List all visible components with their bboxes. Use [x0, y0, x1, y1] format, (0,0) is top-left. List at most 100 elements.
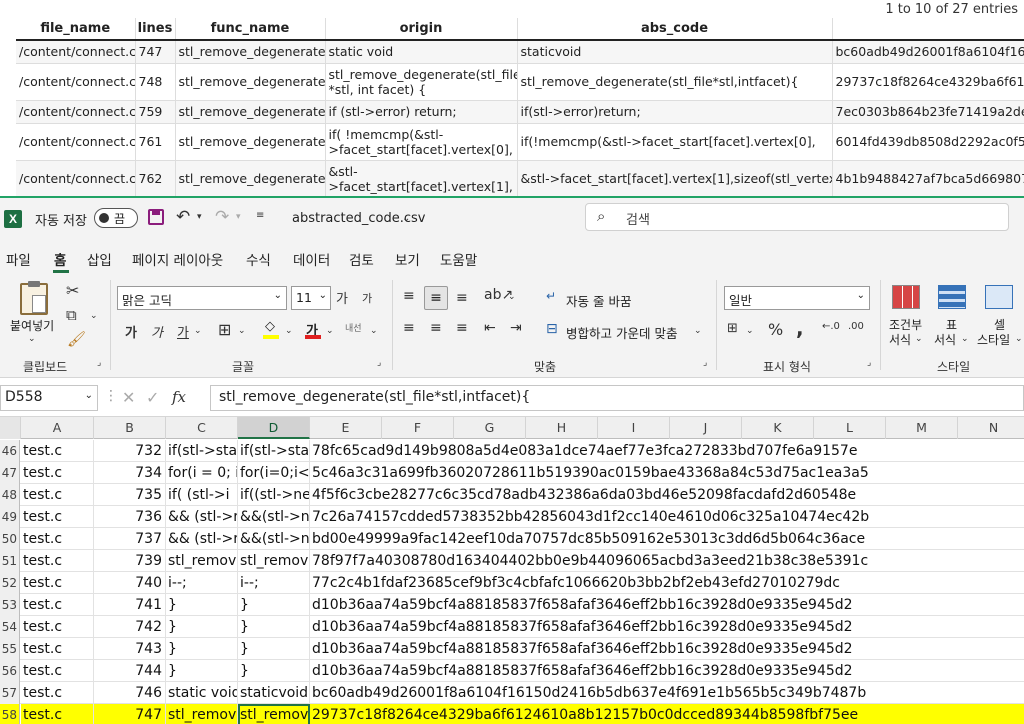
copy-dropdown-icon[interactable]: ⌄ [90, 311, 98, 321]
align-right-icon[interactable]: ≡ [456, 320, 468, 336]
increase-decimal-icon[interactable]: ←.0 [822, 321, 840, 332]
cell-e[interactable]: d10b36aa74a59bcf4a88185837f658afaf3646ef… [310, 660, 1024, 682]
format-as-table-dropdown-icon[interactable]: ⌄ [961, 334, 969, 344]
conditional-format-label-2[interactable]: 서식 [889, 331, 911, 348]
row-header[interactable]: 53 [0, 594, 20, 616]
accounting-format-icon[interactable]: ⊞ [727, 321, 738, 336]
format-as-table-icon[interactable] [938, 285, 966, 309]
cell-d[interactable]: if((stl->ne [238, 484, 310, 506]
align-left-icon[interactable]: ≡ [403, 320, 415, 336]
decrease-indent-icon[interactable]: ⇤ [484, 320, 496, 336]
cell-b[interactable]: 735 [94, 484, 166, 506]
number-launcher-icon[interactable]: ⌟ [867, 358, 871, 368]
column-header-m[interactable]: M [886, 417, 958, 439]
cell-d[interactable]: &&(stl->n [238, 528, 310, 550]
merge-dropdown-icon[interactable]: ⌄ [694, 326, 702, 336]
cell-e[interactable]: 77c2c4b1fdaf23685cef9bf3c4cbfafc1066620b… [310, 572, 1024, 594]
tab-view[interactable]: 보기 [395, 249, 420, 269]
cell-e[interactable]: d10b36aa74a59bcf4a88185837f658afaf3646ef… [310, 616, 1024, 638]
cell-d[interactable]: i--; [238, 572, 310, 594]
row-header[interactable]: 55 [0, 638, 20, 660]
select-all-corner[interactable] [0, 417, 21, 439]
alignment-launcher-icon[interactable]: ⌟ [703, 358, 707, 368]
cell-b[interactable]: 747 [94, 704, 166, 724]
row-header[interactable]: 50 [0, 528, 20, 550]
tab-data[interactable]: 데이터 [293, 249, 330, 269]
cell-d[interactable]: } [238, 660, 310, 682]
column-header-c[interactable]: C [166, 417, 238, 439]
column-header-origin[interactable]: origin [325, 18, 518, 41]
paste-dropdown-icon[interactable]: ⌄ [28, 334, 36, 344]
cell-d[interactable]: } [238, 594, 310, 616]
percent-icon[interactable]: % [768, 320, 783, 339]
redo-icon[interactable]: ↷ [215, 207, 229, 227]
wrap-text-label[interactable]: 자동 줄 바꿈 [566, 291, 631, 310]
tab-help[interactable]: 도움말 [440, 249, 477, 269]
column-header-abs-code[interactable]: abs_code [517, 18, 833, 41]
font-color-icon[interactable]: 가 [305, 320, 321, 339]
cell-a[interactable]: test.c [21, 660, 94, 682]
undo-dropdown-icon[interactable]: ▾ [197, 212, 202, 222]
cell-c[interactable]: } [166, 638, 238, 660]
shrink-font-icon[interactable]: 가 [362, 290, 372, 306]
cell-a[interactable]: test.c [21, 638, 94, 660]
formula-input[interactable]: stl_remove_degenerate(stl_file*stl,intfa… [210, 385, 1024, 411]
column-header-k[interactable]: K [742, 417, 814, 439]
cell-b[interactable]: 736 [94, 506, 166, 528]
cell-b[interactable]: 734 [94, 462, 166, 484]
cell-c[interactable]: && (stl->r [166, 528, 238, 550]
excel-logo-icon[interactable]: X [4, 210, 22, 228]
row-header[interactable]: 46 [0, 440, 20, 462]
cell-e[interactable]: bc60adb49d26001f8a6104f16150d2416b5db637… [310, 682, 1024, 704]
orientation-dropdown-icon[interactable]: ⌄ [508, 292, 516, 302]
insert-function-icon[interactable]: fx [172, 388, 186, 406]
row-header[interactable]: 54 [0, 616, 20, 638]
copy-icon[interactable]: ⧉ [66, 306, 77, 324]
underline-icon[interactable]: 가 [177, 322, 189, 341]
column-header-n[interactable]: N [958, 417, 1024, 439]
tab-review[interactable]: 검토 [349, 249, 374, 269]
number-format-select[interactable]: 일반 ⌄ [724, 286, 870, 310]
cell-a[interactable]: test.c [21, 440, 94, 462]
enter-icon[interactable]: ✓ [146, 388, 159, 407]
cell-styles-dropdown-icon[interactable]: ⌄ [1015, 334, 1023, 344]
bold-icon[interactable]: 가 [125, 322, 137, 341]
phonetic-icon[interactable]: 내선 [345, 321, 362, 334]
font-color-dropdown-icon[interactable]: ⌄ [326, 326, 334, 336]
customize-toolbar-icon[interactable]: ≡ [256, 210, 264, 221]
cell-a[interactable]: test.c [21, 550, 94, 572]
cell-b[interactable]: 744 [94, 660, 166, 682]
save-icon[interactable] [148, 209, 164, 225]
cell-c[interactable]: && (stl->r [166, 506, 238, 528]
cell-a[interactable]: test.c [21, 506, 94, 528]
cell-e[interactable]: bd00e49999a9fac142eef10da70757dc85b50916… [310, 528, 1024, 550]
cell-e[interactable]: 29737c18f8264ce4329ba6f6124610a8b12157b0… [310, 704, 1024, 724]
cell-e[interactable]: d10b36aa74a59bcf4a88185837f658afaf3646ef… [310, 638, 1024, 660]
tab-file[interactable]: 파일 [6, 249, 31, 269]
row-header[interactable]: 48 [0, 484, 20, 506]
tab-formulas[interactable]: 수식 [246, 249, 271, 269]
row-header[interactable]: 57 [0, 682, 20, 704]
column-header-g[interactable]: G [454, 417, 526, 439]
tab-page-layout[interactable]: 페이지 레이아웃 [132, 249, 223, 269]
autosave-toggle[interactable]: 끔 [94, 208, 138, 228]
cell-a[interactable]: test.c [21, 594, 94, 616]
align-center-icon[interactable]: ≡ [430, 320, 442, 336]
cancel-icon[interactable]: ✕ [122, 388, 135, 407]
column-header-file-name[interactable]: file_name [16, 18, 136, 41]
cell-d[interactable]: staticvoid [238, 682, 310, 704]
cell-e[interactable]: d10b36aa74a59bcf4a88185837f658afaf3646ef… [310, 594, 1024, 616]
cell-d[interactable]: } [238, 638, 310, 660]
cell-b[interactable]: 742 [94, 616, 166, 638]
search-box[interactable]: ⌕ 검색 [585, 203, 1009, 231]
cell-styles-label-2[interactable]: 스타일 [977, 331, 1010, 348]
cell-a[interactable]: test.c [21, 462, 94, 484]
column-header-b[interactable]: B [94, 417, 166, 439]
more-options-icon[interactable]: ⋮ [104, 388, 118, 404]
accounting-dropdown-icon[interactable]: ⌄ [746, 326, 754, 336]
cell-d[interactable]: &&(stl->n [238, 506, 310, 528]
tab-insert[interactable]: 삽입 [87, 249, 112, 269]
cell-b[interactable]: 743 [94, 638, 166, 660]
cell-c[interactable]: } [166, 616, 238, 638]
font-size-select[interactable]: 11 ⌄ [291, 286, 331, 310]
